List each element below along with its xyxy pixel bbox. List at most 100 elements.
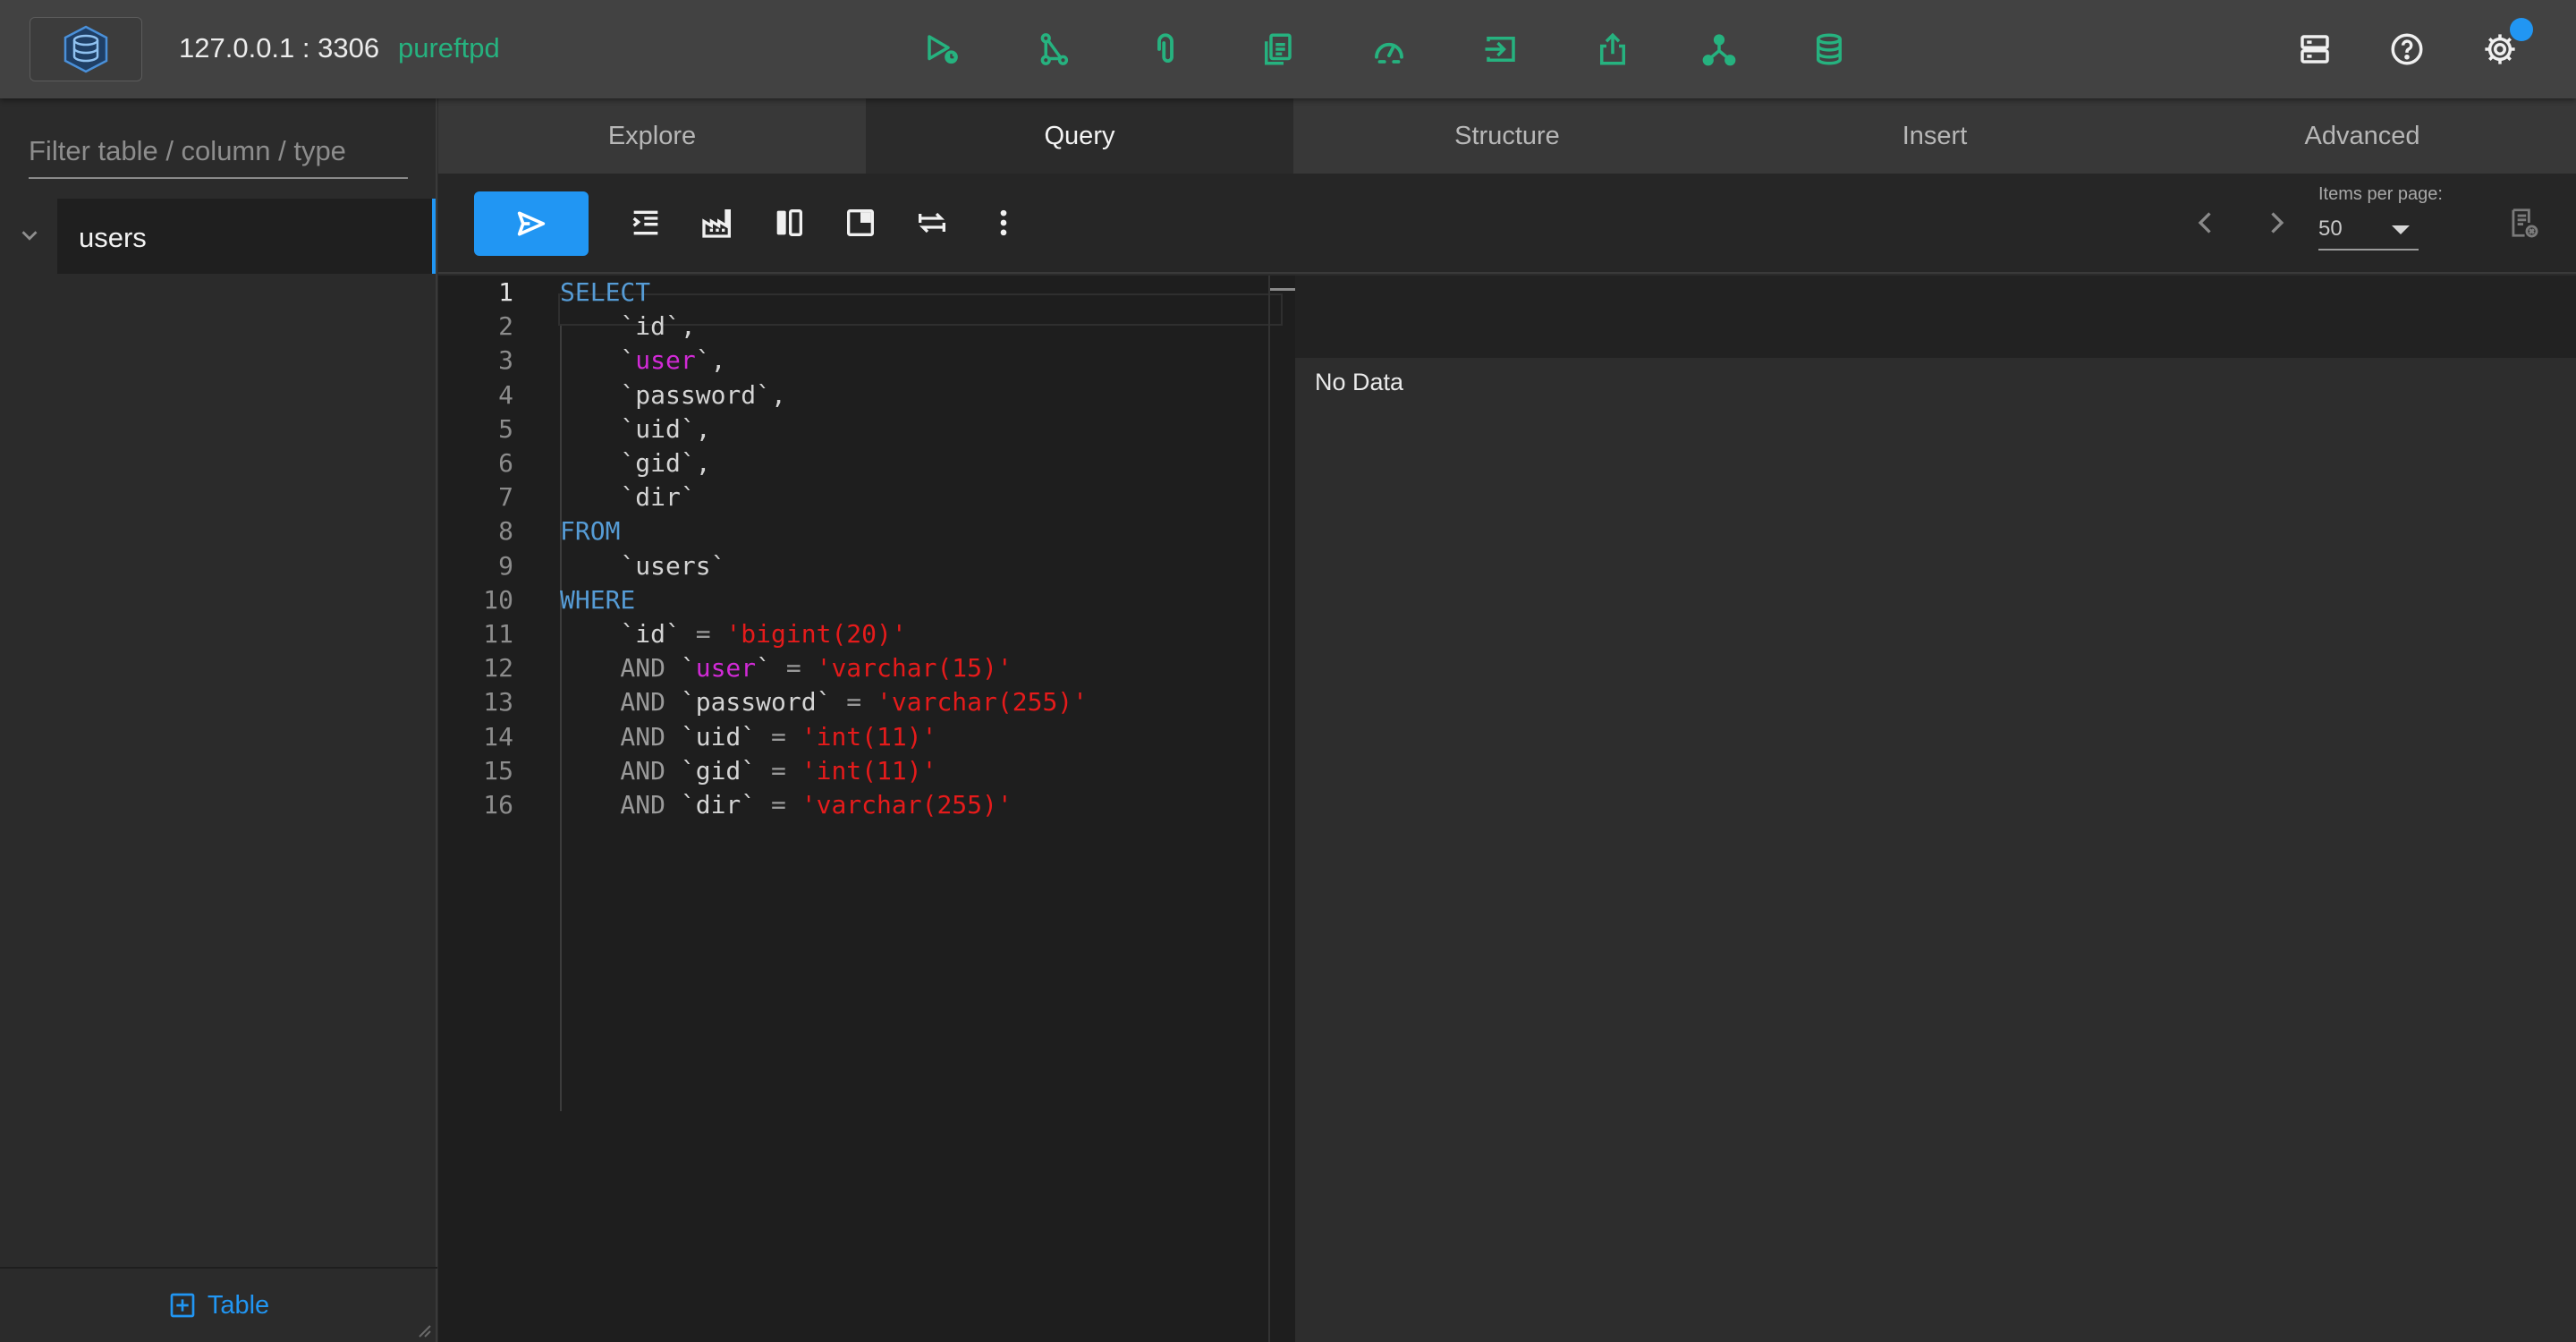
code-line[interactable]: 9 `users`: [438, 549, 1261, 583]
previous-page-button[interactable]: [2185, 202, 2226, 243]
items-per-page-label: Items per page:: [2318, 184, 2443, 204]
code-token: `: [680, 653, 696, 684]
tab-explore[interactable]: Explore: [438, 98, 866, 174]
code-token: 'int(11)': [801, 755, 937, 786]
database-icon[interactable]: [1807, 27, 1852, 72]
code-token: =: [695, 619, 711, 649]
results-panel: No Data: [1295, 276, 2576, 1342]
tab-structure[interactable]: Structure: [1293, 98, 1721, 174]
line-number: 4: [498, 379, 513, 410]
add-table-button[interactable]: Table: [0, 1267, 437, 1342]
items-per-page-value: 50: [2318, 217, 2343, 241]
connection-host: 127.0.0.1 : 3306: [179, 32, 380, 64]
code-line[interactable]: 10 WHERE: [438, 583, 1261, 617]
line-number: 12: [483, 653, 513, 684]
code-line[interactable]: 2 `id`,: [438, 310, 1261, 344]
run-timer-icon[interactable]: [919, 27, 964, 72]
code-line[interactable]: 8 FROM: [438, 514, 1261, 548]
format-indent-icon[interactable]: [623, 200, 668, 245]
more-vert-icon[interactable]: [981, 200, 1026, 245]
upload-icon[interactable]: [1590, 27, 1635, 72]
code-line[interactable]: 12 AND `user` = 'varchar(15)': [438, 651, 1261, 685]
clear-results-button[interactable]: [2503, 202, 2544, 243]
copy-file-icon[interactable]: [1255, 27, 1300, 72]
code-line[interactable]: 4 `password`,: [438, 378, 1261, 412]
code-line[interactable]: 7 `dir`: [438, 480, 1261, 514]
code-token: =: [771, 721, 786, 752]
swap-icon[interactable]: [910, 200, 954, 245]
code-token: user: [635, 345, 696, 376]
code-line[interactable]: 5 `uid`,: [438, 412, 1261, 446]
code-token: AND: [560, 653, 681, 684]
run-query-button[interactable]: [474, 191, 589, 256]
editor-scrollbar[interactable]: [1268, 276, 1295, 1342]
code-text: AND `gid` = 'int(11)': [560, 754, 936, 788]
dashboard-gauge-icon[interactable]: [1367, 27, 1411, 72]
list-clear-icon: [2512, 208, 2538, 238]
tab-advanced[interactable]: Advanced: [2148, 98, 2576, 174]
database-cube-icon: [64, 25, 108, 73]
sql-editor[interactable]: 1 SELECT 2 `id`, 3 `user`, 4 `password`, 5 `u…: [438, 276, 1295, 1342]
code-line[interactable]: 6 `gid`,: [438, 446, 1261, 480]
code-token: FROM: [560, 516, 621, 547]
tab-insert[interactable]: Insert: [1721, 98, 2148, 174]
attachment-icon[interactable]: [1143, 27, 1188, 72]
code-token: =: [846, 687, 862, 718]
line-number: 3: [498, 345, 513, 376]
items-per-page-select[interactable]: 50: [2318, 209, 2419, 251]
code-text: `gid`,: [560, 446, 710, 480]
code-token: 'varchar(255)': [801, 790, 1013, 820]
add-table-label: Table: [207, 1290, 270, 1320]
sidebar-item-users[interactable]: users: [57, 199, 436, 274]
table-list-item[interactable]: users: [0, 199, 437, 274]
code-text: SELECT: [560, 276, 650, 310]
code-token: =: [771, 790, 786, 820]
code-line[interactable]: 13 AND `password` = 'varchar(255)': [438, 685, 1261, 719]
results-header: [1295, 276, 2576, 358]
code-line[interactable]: 14 AND `uid` = 'int(11)': [438, 720, 1261, 754]
code-token: `uid`,: [560, 413, 711, 444]
code-line[interactable]: 3 `user`,: [438, 344, 1261, 378]
code-token: SELECT: [560, 277, 651, 307]
tab-query[interactable]: Query: [866, 98, 1293, 174]
code-token: `uid`: [680, 721, 772, 752]
line-number: 9: [498, 550, 513, 581]
line-number: 10: [483, 584, 513, 615]
code-text: `users`: [560, 549, 725, 583]
code-text: WHERE: [560, 583, 635, 617]
code-text: `dir`: [560, 480, 695, 514]
resize-handle-icon[interactable]: [414, 1321, 432, 1338]
line-number: 15: [483, 755, 513, 786]
line-number: 14: [483, 721, 513, 752]
code-token: 'int(11)': [801, 721, 937, 752]
input-icon[interactable]: [1479, 27, 1523, 72]
connection-database[interactable]: pureftpd: [398, 32, 500, 64]
code-text: FROM: [560, 514, 620, 548]
code-line[interactable]: 1 SELECT: [438, 276, 1261, 310]
code-text: `password`,: [560, 378, 785, 412]
code-token: AND: [560, 687, 681, 718]
server-icon[interactable]: [2292, 27, 2337, 72]
code-line[interactable]: 11 `id` = 'bigint(20)': [438, 617, 1261, 651]
code-token: =: [785, 653, 801, 684]
code-line[interactable]: 16 AND `dir` = 'varchar(255)': [438, 788, 1261, 822]
code-text: AND `password` = 'varchar(255)': [560, 685, 1088, 719]
help-icon[interactable]: [2385, 27, 2429, 72]
filter-input[interactable]: [29, 125, 408, 179]
panel-icon[interactable]: [838, 200, 883, 245]
split-view-icon[interactable]: [767, 200, 811, 245]
line-number: 2: [498, 311, 513, 342]
send-icon: [517, 211, 546, 236]
line-number: 7: [498, 482, 513, 513]
chevron-down-icon[interactable]: [16, 222, 43, 249]
next-page-button[interactable]: [2256, 202, 2297, 243]
app-logo-button[interactable]: [30, 17, 142, 81]
code-token: `,: [695, 345, 726, 376]
code-line[interactable]: 15 AND `gid` = 'int(11)': [438, 754, 1261, 788]
share-nodes-icon[interactable]: [1031, 27, 1076, 72]
factory-icon[interactable]: [695, 200, 740, 245]
hierarchy-icon[interactable]: [1697, 27, 1741, 72]
scroll-marker: [1270, 288, 1295, 291]
